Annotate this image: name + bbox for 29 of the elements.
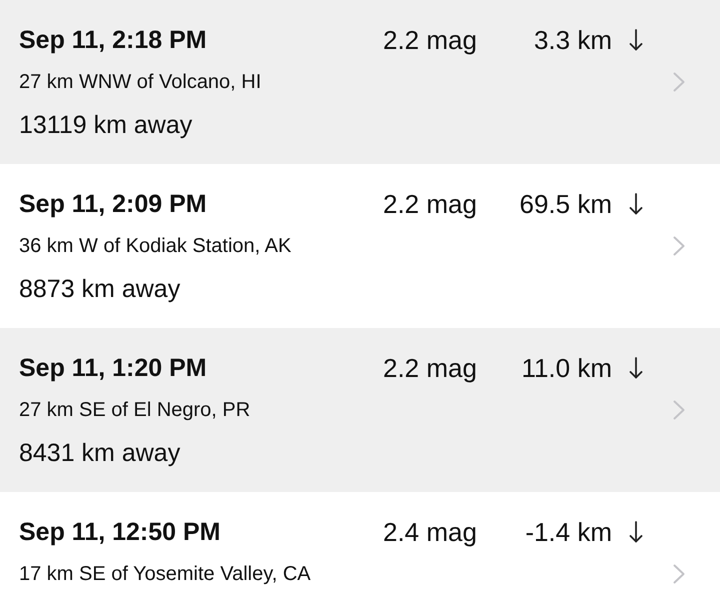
location-text: 27 km SE of El Negro, PR (19, 398, 250, 423)
depth-text: 11.0 km (521, 352, 612, 384)
depth-text: 3.3 km (534, 24, 612, 56)
event-time: Sep 11, 1:20 PM (19, 353, 207, 384)
magnitude-text: 2.2 mag (383, 352, 477, 384)
down-arrow-icon (629, 521, 643, 543)
down-arrow-icon (629, 357, 643, 379)
distance-text: 8431 km away (19, 438, 180, 469)
event-row[interactable]: Sep 11, 1:20 PM 2.2 mag 11.0 km 27 km SE of El Negro, PR 8431 km away (0, 328, 720, 492)
magnitude-text: 2.4 mag (383, 516, 477, 548)
location-text: 36 km W of Kodiak Station, AK (19, 234, 292, 259)
chevron-icon (673, 400, 685, 420)
magnitude-text: 2.2 mag (383, 24, 477, 56)
distance-text: 13119 km away (19, 110, 192, 141)
chevron-icon (673, 564, 685, 584)
chevron-icon (673, 236, 685, 256)
location-text: 17 km SE of Yosemite Valley, CA (19, 562, 311, 587)
down-arrow-icon (629, 29, 643, 51)
depth-text: 69.5 km (520, 188, 612, 220)
event-time: Sep 11, 12:50 PM (19, 517, 221, 548)
event-time: Sep 11, 2:18 PM (19, 25, 207, 56)
magnitude-text: 2.2 mag (383, 188, 477, 220)
location-text: 27 km WNW of Volcano, HI (19, 70, 262, 95)
depth-text: -1.4 km (525, 516, 612, 548)
chevron-icon (673, 72, 685, 92)
down-arrow-icon (629, 193, 643, 215)
distance-text: 8873 km away (19, 274, 180, 305)
event-row[interactable]: Sep 11, 2:18 PM 2.2 mag 3.3 km 27 km WNW of Volcano, HI 13119 km away (0, 0, 720, 164)
event-time: Sep 11, 2:09 PM (19, 189, 207, 220)
